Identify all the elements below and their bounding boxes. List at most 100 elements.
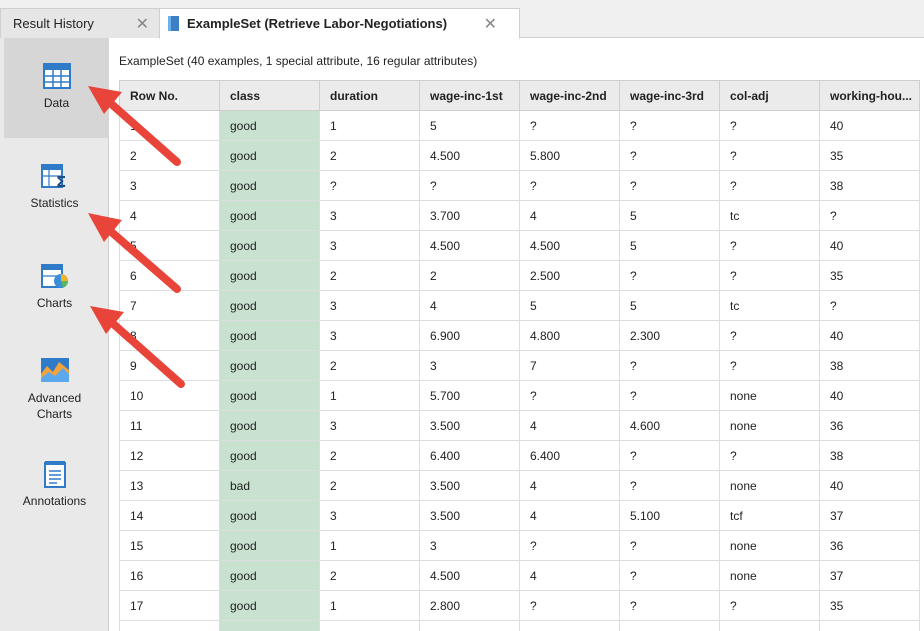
svg-text:Σ: Σ — [56, 173, 66, 190]
sidebar-item-charts[interactable]: Charts — [0, 262, 109, 322]
table-cell: 40 — [819, 380, 920, 411]
data-table-icon — [42, 63, 71, 89]
sidebar-item-statistics[interactable]: Σ Statistics — [0, 162, 109, 222]
tab-exampleset[interactable]: ExampleSet (Retrieve Labor-Negotiations)… — [159, 8, 520, 39]
table-cell: ? — [719, 110, 820, 141]
table-cell: 5.100 — [619, 500, 720, 531]
table-cell — [819, 620, 920, 631]
table-row[interactable]: 16 good 2 4.500 4? none 37 — [119, 560, 920, 591]
table-cell: 4 — [519, 500, 620, 531]
table-cell: 4.500 — [419, 140, 520, 171]
table-cell: 40 — [819, 110, 920, 141]
table-cell: 36 — [819, 410, 920, 441]
table-row[interactable]: 15 good 1 3?? none 36 — [119, 530, 920, 561]
table-cell: good — [219, 320, 320, 351]
table-cell: good — [219, 140, 320, 171]
table-cell: 3 — [319, 410, 420, 441]
table-cell: 4 — [519, 470, 620, 501]
table-cell: good — [219, 110, 320, 141]
table-cell: 17 — [119, 590, 220, 621]
table-row[interactable]: 7 good 3 4 5 5 tc? — [119, 290, 920, 321]
table-cell: ? — [319, 170, 420, 201]
sidebar-item-annotations[interactable]: Annotations — [0, 460, 109, 520]
table-cell: 1 — [319, 530, 420, 561]
table-row[interactable]: 11 good 3 3.500 4 4.600 none 36 — [119, 410, 920, 441]
table-row[interactable]: 9 good 2 3 7?? 38 — [119, 350, 920, 381]
table-cell: 40 — [819, 230, 920, 261]
table-cell: 2 — [319, 560, 420, 591]
table-cell: 4 — [419, 290, 520, 321]
annotations-icon — [43, 461, 66, 488]
table-cell: ? — [619, 560, 720, 591]
table-cell: 5 — [619, 230, 720, 261]
table-cell: 2.300 — [619, 320, 720, 351]
table-cell: 11 — [119, 410, 220, 441]
data-table[interactable]: Row No. class duration wage-inc-1st wage-inc… — [119, 80, 924, 631]
table-cell: ? — [619, 170, 720, 201]
table-cell: 4 — [119, 200, 220, 231]
table-row[interactable] — [119, 620, 920, 631]
table-cell: 6 — [119, 260, 220, 291]
table-cell: 4 — [519, 560, 620, 591]
close-icon[interactable]: ✕ — [484, 14, 497, 34]
statistics-icon: Σ — [40, 164, 66, 190]
table-cell: ? — [719, 440, 820, 471]
table-cell: ? — [719, 320, 820, 351]
table-row[interactable]: 13 bad 2 3.500 4? none 40 — [119, 470, 920, 501]
table-cell: 1 — [119, 110, 220, 141]
table-cell: ? — [719, 140, 820, 171]
table-cell: 3 — [319, 290, 420, 321]
table-row[interactable]: 14 good 3 3.500 4 5.100 tcf 37 — [119, 500, 920, 531]
table-cell — [719, 620, 820, 631]
table-row[interactable]: 8 good 3 6.900 4.800 2.300? 40 — [119, 320, 920, 351]
table-cell: 2 — [319, 260, 420, 291]
table-row[interactable]: 12 good 2 6.400 6.400?? 38 — [119, 440, 920, 471]
table-cell: ? — [519, 170, 620, 201]
column-header[interactable]: wage-inc-3rd — [619, 80, 720, 111]
table-cell: 2 — [319, 140, 420, 171]
table-cell: 40 — [819, 470, 920, 501]
table-cell: 4 — [519, 200, 620, 231]
column-header[interactable]: Row No. — [119, 80, 220, 111]
table-cell: 5 — [419, 110, 520, 141]
table-row[interactable]: 3 good????? 38 — [119, 170, 920, 201]
table-row[interactable]: 6 good 2 2 2.500?? 35 — [119, 260, 920, 291]
table-cell: good — [219, 440, 320, 471]
table-cell: 10 — [119, 380, 220, 411]
table-row[interactable]: 10 good 1 5.700?? none 40 — [119, 380, 920, 411]
column-header[interactable]: wage-inc-1st — [419, 80, 520, 111]
table-cell: none — [719, 530, 820, 561]
column-header[interactable]: class — [219, 80, 320, 111]
table-cell: 38 — [819, 170, 920, 201]
table-cell: 5 — [519, 290, 620, 321]
tab-result-history[interactable]: Result History ✕ — [0, 8, 160, 38]
sidebar-item-advanced-charts[interactable]: Advanced Charts — [0, 356, 109, 426]
table-cell: ? — [619, 350, 720, 381]
column-header[interactable]: working-hou... — [819, 80, 920, 111]
table-cell: none — [719, 380, 820, 411]
table-cell: 3 — [319, 200, 420, 231]
table-cell — [319, 620, 420, 631]
column-header[interactable]: col-adj — [719, 80, 820, 111]
table-row[interactable]: 1 good 1 5??? 40 — [119, 110, 920, 141]
table-row[interactable]: 4 good 3 3.700 4 5 tc? — [119, 200, 920, 231]
table-row[interactable]: 2 good 2 4.500 5.800?? 35 — [119, 140, 920, 171]
column-header[interactable]: duration — [319, 80, 420, 111]
table-cell: 38 — [819, 440, 920, 471]
table-cell: 1 — [319, 590, 420, 621]
column-header[interactable]: wage-inc-2nd — [519, 80, 620, 111]
table-cell: good — [219, 200, 320, 231]
close-icon[interactable]: ✕ — [136, 14, 149, 34]
table-cell: 35 — [819, 140, 920, 171]
table-cell: 3 — [319, 320, 420, 351]
table-row[interactable]: 5 good 3 4.500 4.500 5? 40 — [119, 230, 920, 261]
table-row[interactable]: 17 good 1 2.800??? 35 — [119, 590, 920, 621]
table-cell: 6.400 — [519, 440, 620, 471]
table-cell: 4.500 — [519, 230, 620, 261]
tab-bar: Result History ✕ ExampleSet (Retrieve La… — [0, 0, 924, 39]
table-cell: ? — [519, 530, 620, 561]
table-cell: ? — [619, 440, 720, 471]
table-cell: 7 — [519, 350, 620, 381]
sidebar-item-data[interactable]: Data — [4, 38, 109, 138]
table-cell: tcf — [719, 500, 820, 531]
